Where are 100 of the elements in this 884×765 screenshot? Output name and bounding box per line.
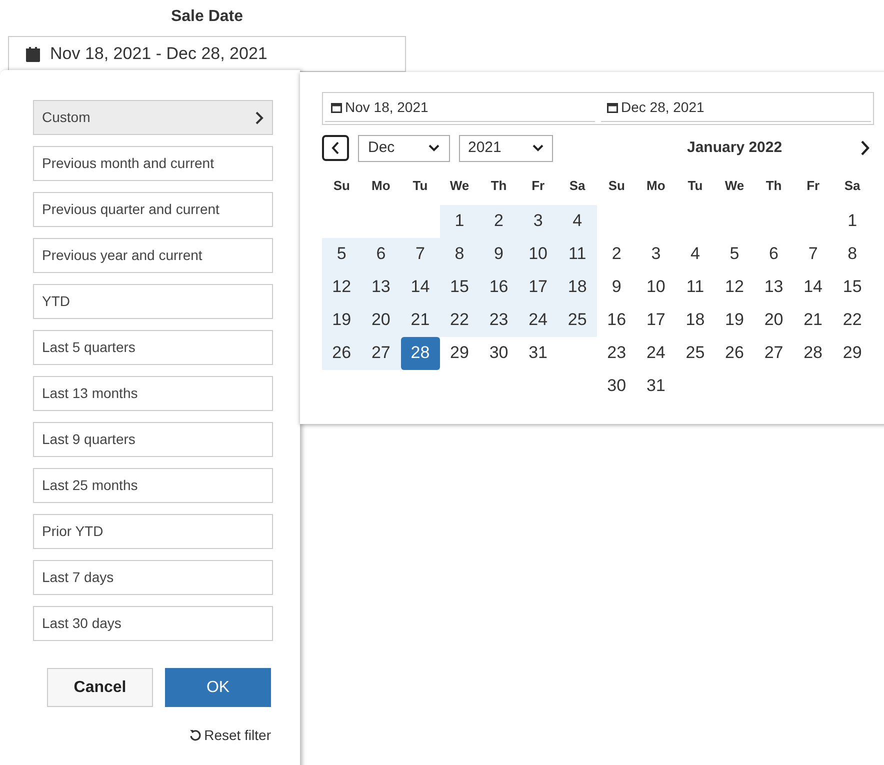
calendar-day[interactable]: 7 <box>793 238 833 270</box>
weekday-label: Tu <box>686 177 704 195</box>
weekday-label: Sa <box>568 177 586 195</box>
calendar-day[interactable]: 13 <box>754 270 794 304</box>
preset-option[interactable]: Previous quarter and current <box>33 192 273 227</box>
calendar-day[interactable]: 19 <box>714 304 754 336</box>
preset-option[interactable]: Previous month and current <box>33 146 273 181</box>
calendar-day[interactable]: 24 <box>518 304 558 336</box>
preset-option[interactable]: YTD <box>33 284 273 319</box>
calendar-day[interactable]: 7 <box>400 238 440 270</box>
calendar-day[interactable]: 31 <box>518 336 558 370</box>
reset-icon <box>189 729 202 742</box>
calendar-day[interactable]: 22 <box>832 304 872 336</box>
caret-icon <box>532 144 544 152</box>
weekday-label: Mo <box>370 177 392 195</box>
calendar-day[interactable]: 25 <box>676 336 715 370</box>
chevron-left-icon <box>331 141 340 155</box>
ok-button[interactable]: OK <box>165 668 271 707</box>
calendar-day[interactable]: 5 <box>322 238 362 270</box>
calendar-day[interactable]: 18 <box>676 304 715 336</box>
weekday-label: Fr <box>530 177 546 195</box>
calendar-day[interactable]: 20 <box>361 304 401 336</box>
year-select[interactable]: 2021 <box>459 134 553 162</box>
calendar-day[interactable]: 28 <box>793 336 833 370</box>
filter-title: Sale Date <box>170 7 244 27</box>
caret-icon <box>428 144 440 152</box>
weekday-label: Su <box>607 177 626 195</box>
calendar-day[interactable]: 4 <box>558 204 597 238</box>
calendar-day[interactable]: 29 <box>440 336 480 370</box>
calendar-day[interactable]: 1 <box>832 204 872 238</box>
calendar-day[interactable]: 23 <box>479 304 518 336</box>
calendar-icon <box>607 102 618 112</box>
calendar-day[interactable]: 16 <box>597 304 636 336</box>
chevron-right-icon <box>860 140 870 156</box>
calendar-day[interactable]: 23 <box>597 336 636 370</box>
calendar-day[interactable]: 16 <box>479 270 518 304</box>
preset-option[interactable]: Last 5 quarters <box>33 330 273 365</box>
calendar-day[interactable]: 21 <box>400 304 440 336</box>
calendar-day[interactable]: 22 <box>440 304 480 336</box>
preset-option[interactable]: Custom <box>33 100 273 135</box>
cancel-button[interactable]: Cancel <box>47 668 153 707</box>
reset-filter-link[interactable]: Reset filter <box>189 725 271 746</box>
weekday-label: Sa <box>843 177 862 195</box>
month-select[interactable]: Dec <box>358 134 450 162</box>
date-range-value: Nov 18, 2021 - Dec 28, 2021 <box>50 43 268 66</box>
preset-option[interactable]: Prior YTD <box>33 514 273 549</box>
calendar-day[interactable]: 31 <box>636 370 676 402</box>
preset-option[interactable]: Last 30 days <box>33 606 273 641</box>
calendar-day[interactable]: 15 <box>440 270 480 304</box>
calendar-day[interactable]: 14 <box>793 270 833 304</box>
calendar-day[interactable]: 30 <box>479 336 518 370</box>
calendar-day[interactable]: 15 <box>832 270 872 304</box>
preset-option[interactable]: Last 7 days <box>33 560 273 595</box>
calendar-day[interactable]: 21 <box>793 304 833 336</box>
weekday-label: Tu <box>412 177 429 195</box>
weekday-label: Mo <box>646 177 666 195</box>
calendar-day[interactable]: 2 <box>479 204 518 238</box>
calendar-day[interactable]: 20 <box>754 304 794 336</box>
calendar-day[interactable]: 3 <box>636 238 676 270</box>
calendar-day[interactable]: 9 <box>479 238 518 270</box>
calendar-day[interactable]: 27 <box>361 336 401 370</box>
calendar-day[interactable]: 18 <box>558 270 597 304</box>
preset-option[interactable]: Last 25 months <box>33 468 273 503</box>
calendar-day[interactable]: 27 <box>754 336 794 370</box>
calendar-day[interactable]: 13 <box>361 270 401 304</box>
calendar-day[interactable]: 10 <box>518 238 558 270</box>
calendar-day[interactable]: 30 <box>597 370 636 402</box>
calendar-day[interactable]: 9 <box>597 270 636 304</box>
calendar-day[interactable]: 28 <box>400 336 440 370</box>
calendar-day[interactable]: 2 <box>597 238 636 270</box>
preset-option[interactable]: Last 13 months <box>33 376 273 411</box>
calendar-day[interactable]: 26 <box>714 336 754 370</box>
weekday-label: Fr <box>806 177 821 195</box>
calendar-day[interactable]: 26 <box>322 336 362 370</box>
date-input[interactable]: Nov 18, 2021 <box>325 93 595 122</box>
preset-option[interactable]: Last 9 quarters <box>33 422 273 457</box>
calendar-day[interactable]: 25 <box>558 304 597 336</box>
calendar-day[interactable]: 12 <box>714 270 754 304</box>
calendar-day[interactable]: 11 <box>558 238 597 270</box>
calendar-day[interactable]: 8 <box>832 238 872 270</box>
date-input[interactable]: Dec 28, 2021 <box>601 93 871 122</box>
calendar-day[interactable]: 3 <box>518 204 558 238</box>
calendar-day[interactable]: 6 <box>754 238 794 270</box>
calendar-day[interactable]: 19 <box>322 304 362 336</box>
calendar-day[interactable]: 1 <box>440 204 480 238</box>
calendar-day[interactable]: 14 <box>400 270 440 304</box>
calendar-day[interactable]: 17 <box>636 304 676 336</box>
next-month-button[interactable] <box>858 138 872 158</box>
calendar-day[interactable]: 24 <box>636 336 676 370</box>
calendar-day[interactable]: 17 <box>518 270 558 304</box>
calendar-day[interactable]: 6 <box>361 238 401 270</box>
previous-month-button[interactable] <box>322 135 349 161</box>
calendar-day[interactable]: 29 <box>832 336 872 370</box>
calendar-day[interactable]: 5 <box>714 238 754 270</box>
preset-option[interactable]: Previous year and current <box>33 238 273 273</box>
calendar-day[interactable]: 10 <box>636 270 676 304</box>
calendar-day[interactable]: 12 <box>322 270 362 304</box>
calendar-day[interactable]: 4 <box>676 238 715 270</box>
calendar-day[interactable]: 8 <box>440 238 480 270</box>
calendar-day[interactable]: 11 <box>676 270 715 304</box>
